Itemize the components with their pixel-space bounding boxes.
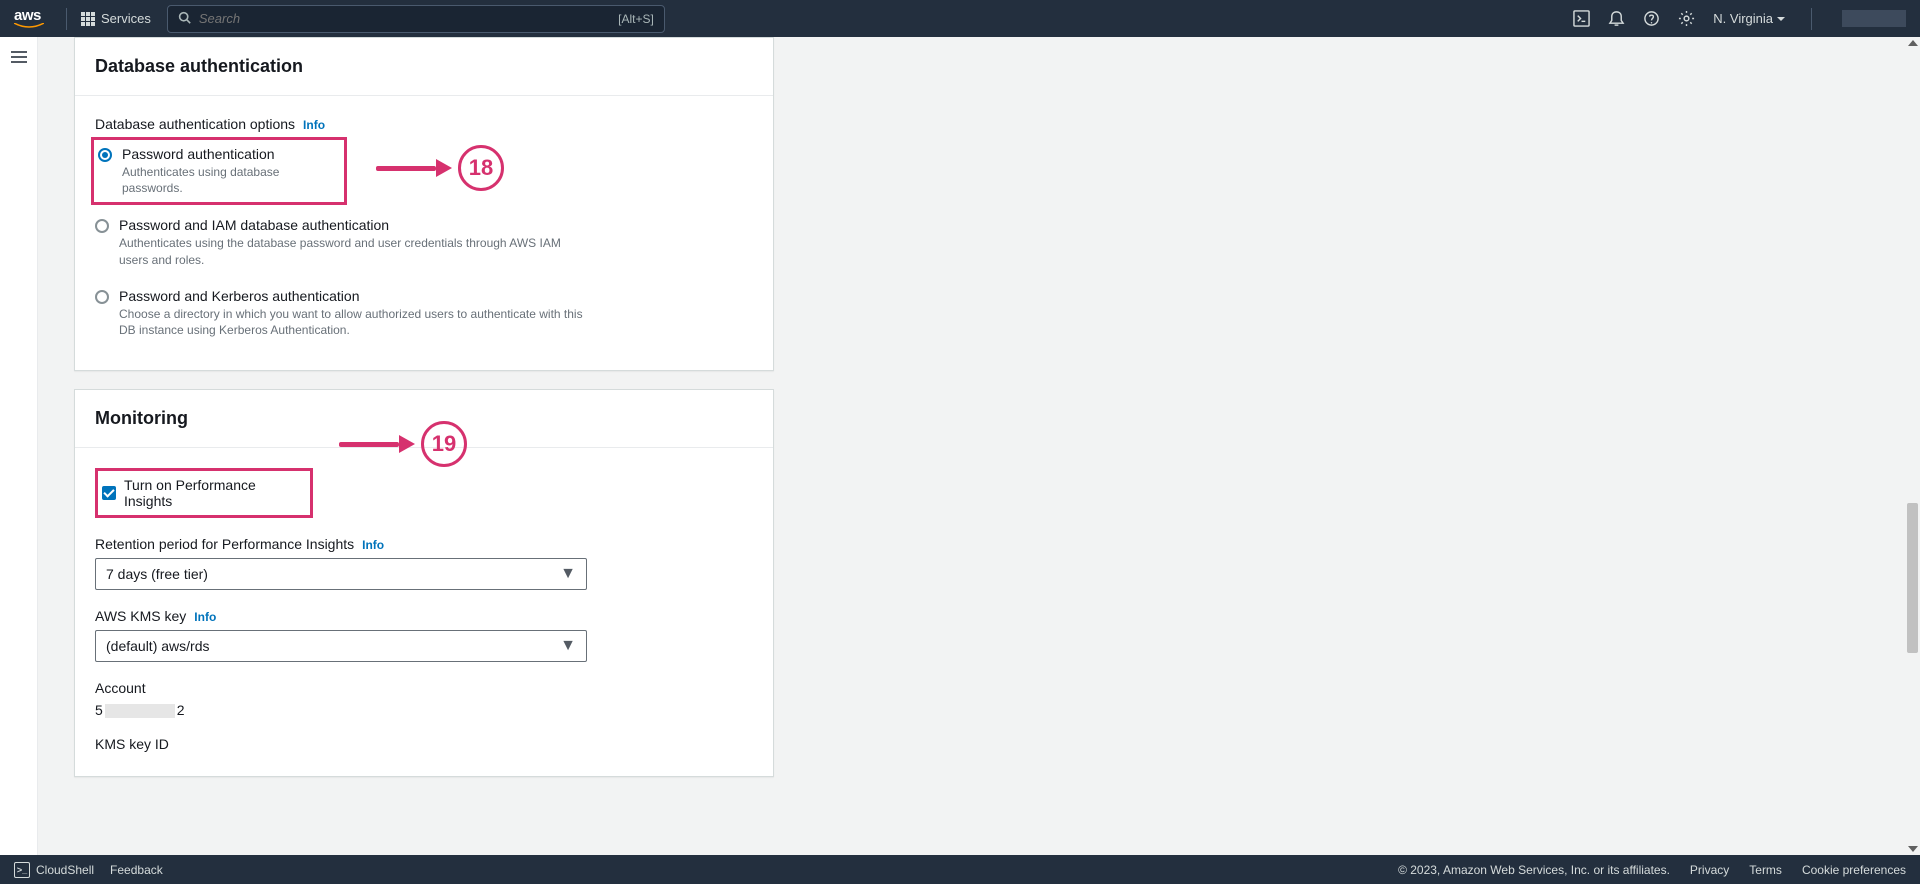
radio-input[interactable]: [95, 290, 109, 304]
auth-options-label: Database authentication options Info: [95, 116, 753, 132]
copyright-text: © 2023, Amazon Web Services, Inc. or its…: [1398, 863, 1670, 877]
radio-desc: Authenticates using the database passwor…: [119, 235, 589, 267]
select-value: 7 days (free tier): [106, 566, 208, 582]
account-label: Account: [95, 680, 753, 696]
account-value: 52: [95, 702, 753, 718]
aws-smile-icon: [14, 23, 44, 29]
chevron-down-icon: ▼: [560, 637, 576, 655]
retention-select[interactable]: 7 days (free tier) ▼: [95, 558, 587, 590]
services-label: Services: [101, 11, 151, 26]
grid-icon: [81, 12, 95, 26]
kms-key-id-label: KMS key ID: [95, 736, 753, 752]
performance-insights-checkbox-row[interactable]: Turn on Performance Insights: [95, 468, 313, 518]
database-authentication-panel: Database authentication Database authent…: [74, 37, 774, 371]
scroll-up-arrow-icon[interactable]: [1908, 40, 1918, 46]
redacted-block: [105, 704, 175, 718]
cloudshell-icon[interactable]: [1573, 10, 1590, 27]
panel-title: Monitoring: [95, 408, 753, 429]
radio-label: Password and IAM database authentication: [119, 217, 589, 233]
top-nav: aws Services [Alt+S] N. Virginia: [0, 0, 1920, 37]
form-content: Database authentication Database authent…: [38, 37, 1920, 855]
side-nav-toggle[interactable]: [11, 51, 27, 63]
info-link[interactable]: Info: [303, 118, 325, 132]
search-shortcut: [Alt+S]: [618, 12, 654, 26]
select-value: (default) aws/rds: [106, 638, 209, 654]
terms-link[interactable]: Terms: [1749, 863, 1782, 877]
global-search[interactable]: [Alt+S]: [167, 5, 665, 33]
chevron-down-icon: ▼: [560, 565, 576, 583]
nav-divider: [1811, 8, 1812, 30]
region-selector[interactable]: N. Virginia: [1713, 11, 1785, 26]
radio-label: Password and Kerberos authentication: [119, 288, 589, 304]
radio-password-kerberos-auth[interactable]: Password and Kerberos authentication Cho…: [95, 280, 753, 350]
region-label: N. Virginia: [1713, 11, 1773, 26]
kms-key-select[interactable]: (default) aws/rds ▼: [95, 630, 587, 662]
cloudshell-icon: >_: [14, 862, 30, 878]
radio-desc: Authenticates using database passwords.: [122, 164, 334, 196]
scrollbar-thumb[interactable]: [1907, 503, 1918, 653]
kms-key-label: AWS KMS key Info: [95, 608, 753, 624]
cloudshell-button[interactable]: >_ CloudShell: [14, 862, 94, 878]
caret-down-icon: [1777, 17, 1785, 21]
nav-divider: [66, 8, 67, 30]
retention-label: Retention period for Performance Insight…: [95, 536, 753, 552]
privacy-link[interactable]: Privacy: [1690, 863, 1729, 877]
checkbox-label: Turn on Performance Insights: [124, 477, 302, 509]
scrollbar-track[interactable]: [1905, 37, 1920, 855]
feedback-link[interactable]: Feedback: [110, 863, 163, 877]
search-input[interactable]: [199, 11, 618, 26]
radio-password-iam-auth[interactable]: Password and IAM database authentication…: [95, 209, 753, 279]
search-icon: [178, 11, 191, 27]
help-icon[interactable]: [1643, 10, 1660, 27]
account-menu[interactable]: [1842, 10, 1906, 27]
radio-input[interactable]: [95, 219, 109, 233]
cookie-prefs-link[interactable]: Cookie preferences: [1802, 863, 1906, 877]
radio-desc: Choose a directory in which you want to …: [119, 306, 589, 338]
aws-logo[interactable]: aws: [14, 8, 44, 29]
notifications-icon[interactable]: [1608, 10, 1625, 27]
info-link[interactable]: Info: [194, 610, 216, 624]
aws-logo-text: aws: [14, 8, 41, 23]
side-nav-collapsed: [0, 37, 38, 855]
auth-radio-group: Password authentication Authenticates us…: [95, 137, 753, 350]
radio-input[interactable]: [98, 148, 112, 162]
checkbox-input[interactable]: [102, 486, 116, 500]
radio-password-auth[interactable]: Password authentication Authenticates us…: [91, 137, 347, 205]
services-menu-button[interactable]: Services: [75, 7, 157, 30]
info-link[interactable]: Info: [362, 538, 384, 552]
settings-icon[interactable]: [1678, 10, 1695, 27]
radio-label: Password authentication: [122, 146, 334, 162]
scroll-down-arrow-icon[interactable]: [1908, 846, 1918, 852]
main-layout: Database authentication Database authent…: [0, 37, 1920, 855]
monitoring-panel: Monitoring Turn on Performance Insights …: [74, 389, 774, 777]
cloudshell-label: CloudShell: [36, 863, 94, 877]
footer-bar: >_ CloudShell Feedback © 2023, Amazon We…: [0, 855, 1920, 884]
panel-title: Database authentication: [95, 56, 753, 77]
